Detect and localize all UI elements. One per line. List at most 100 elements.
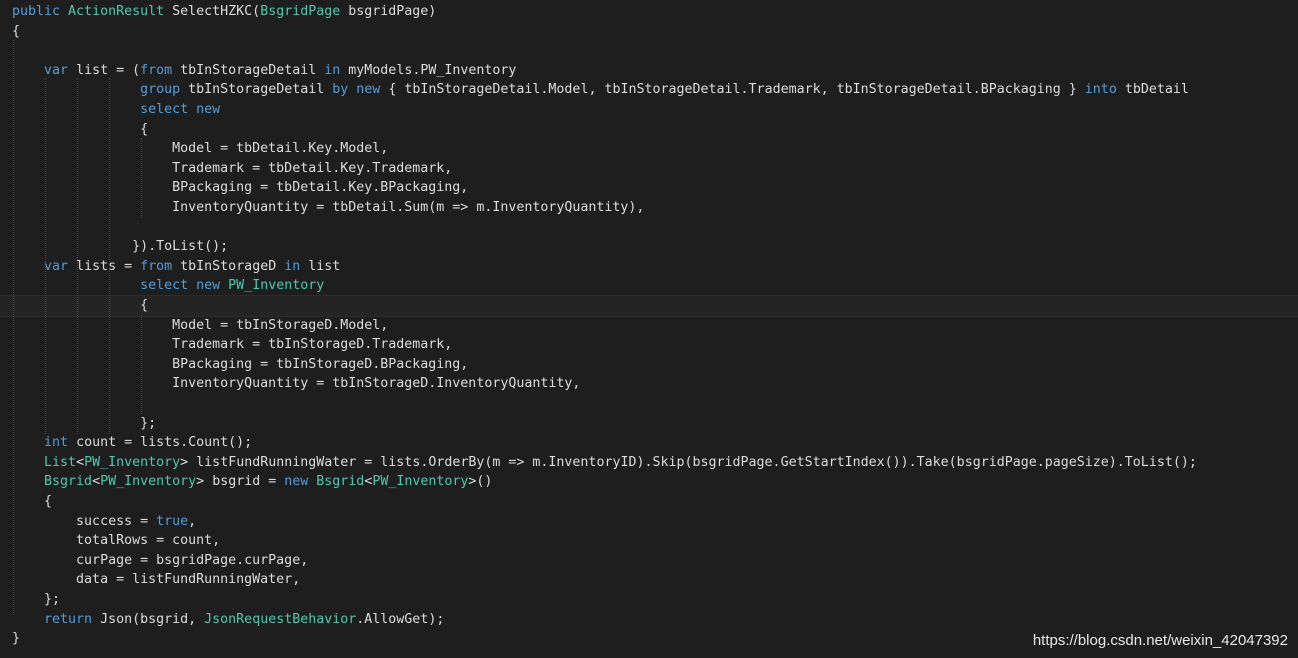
- code-token: JsonRequestBehavior: [204, 611, 357, 627]
- code-line[interactable]: };: [0, 590, 1298, 610]
- code-token: { tbInStorageDetail.Model, tbInStorageDe…: [388, 82, 1085, 98]
- code-line[interactable]: var lists = from tbInStorageD in list: [0, 257, 1298, 277]
- indent-guide: [45, 78, 46, 434]
- code-token: BPackaging = tbDetail.Key.BPackaging,: [172, 180, 469, 196]
- code-token: int: [44, 435, 77, 451]
- code-token: data = listFundRunningWater,: [76, 572, 301, 588]
- code-line[interactable]: BPackaging = tbDetail.Key.BPackaging,: [0, 178, 1298, 198]
- indent-guide: [141, 138, 142, 218]
- code-token: PW_Inventory: [228, 278, 325, 294]
- code-token: List: [44, 454, 77, 470]
- code-token: tbInStorageDetail: [180, 62, 325, 78]
- code-token: count = lists.Count();: [76, 435, 253, 451]
- code-line[interactable]: List<PW_Inventory> listFundRunningWater …: [0, 453, 1298, 473]
- code-token: select: [140, 278, 197, 294]
- indent-guide: [109, 78, 110, 434]
- code-line[interactable]: [0, 394, 1298, 414]
- code-line[interactable]: [0, 218, 1298, 238]
- code-line[interactable]: {: [0, 295, 1298, 317]
- code-line[interactable]: {: [0, 120, 1298, 140]
- code-token: >: [180, 454, 197, 470]
- code-token: into: [1084, 82, 1125, 98]
- code-token: <: [76, 454, 85, 470]
- code-token: group: [140, 82, 189, 98]
- code-token: myModels.PW_Inventory: [348, 62, 517, 78]
- code-line[interactable]: public ActionResult SelectHZKC(BsgridPag…: [0, 2, 1298, 22]
- code-token: Json(bsgrid,: [100, 611, 205, 627]
- code-line[interactable]: return Json(bsgrid, JsonRequestBehavior.…: [0, 610, 1298, 630]
- code-token: in: [324, 62, 349, 78]
- code-line[interactable]: var list = (from tbInStorageDetail in my…: [0, 61, 1298, 81]
- code-token: by: [332, 82, 357, 98]
- code-token: {: [12, 121, 149, 137]
- code-token: };: [12, 592, 61, 607]
- code-line[interactable]: data = listFundRunningWater,: [0, 570, 1298, 590]
- code-line[interactable]: Bsgrid<PW_Inventory> bsgrid = new Bsgrid…: [0, 472, 1298, 492]
- indent-guide: [141, 315, 142, 414]
- code-token: ActionResult: [68, 4, 173, 19]
- code-token: >: [196, 474, 213, 490]
- code-line[interactable]: int count = lists.Count();: [0, 433, 1298, 453]
- code-token: ,: [188, 513, 197, 529]
- code-line[interactable]: BPackaging = tbInStorageD.BPackaging,: [0, 355, 1298, 375]
- code-line[interactable]: select new: [0, 100, 1298, 120]
- code-line[interactable]: Model = tbInStorageD.Model,: [0, 316, 1298, 336]
- indent-guide: [13, 40, 14, 615]
- code-token: {: [12, 23, 21, 39]
- code-token: Trademark = tbDetail.Key.Trademark,: [172, 160, 453, 176]
- code-token: new: [196, 102, 221, 117]
- code-token: PW_Inventory: [372, 474, 469, 490]
- code-line[interactable]: curPage = bsgridPage.curPage,: [0, 551, 1298, 571]
- watermark-url: https://blog.csdn.net/weixin_42047392: [1032, 632, 1288, 649]
- code-token: in: [284, 258, 309, 274]
- code-line[interactable]: InventoryQuantity = tbInStorageD.Invento…: [0, 374, 1298, 394]
- code-line[interactable]: };: [0, 414, 1298, 434]
- code-token: curPage = bsgridPage.curPage,: [76, 552, 309, 568]
- code-token: new: [196, 278, 229, 294]
- code-line[interactable]: Trademark = tbDetail.Key.Trademark,: [0, 159, 1298, 179]
- code-token: Model = tbInStorageD.Model,: [172, 317, 389, 333]
- code-line[interactable]: {: [0, 492, 1298, 512]
- code-line[interactable]: success = true,: [0, 512, 1298, 532]
- code-token: Bsgrid: [44, 474, 93, 490]
- code-token: totalRows = count,: [76, 533, 221, 549]
- code-line[interactable]: {: [0, 22, 1298, 42]
- indent-guide: [77, 78, 78, 434]
- code-line[interactable]: [0, 41, 1298, 61]
- code-line[interactable]: group tbInStorageDetail by new { tbInSto…: [0, 80, 1298, 100]
- code-line[interactable]: Model = tbDetail.Key.Model,: [0, 139, 1298, 159]
- code-token: tbInStorageDetail: [188, 82, 333, 98]
- code-line[interactable]: Trademark = tbInStorageD.Trademark,: [0, 335, 1298, 355]
- code-token: new: [356, 82, 389, 98]
- code-token: select: [140, 102, 197, 117]
- code-line[interactable]: }).ToList();: [0, 237, 1298, 257]
- code-token: BsgridPage: [260, 4, 349, 19]
- code-token: true: [156, 513, 189, 529]
- code-token: Bsgrid: [316, 474, 365, 490]
- code-token: .AllowGet);: [356, 611, 445, 627]
- code-token: public: [12, 4, 69, 19]
- code-token: }).ToList();: [132, 239, 229, 255]
- code-token: PW_Inventory: [100, 474, 197, 490]
- code-line[interactable]: totalRows = count,: [0, 531, 1298, 551]
- code-token: list: [308, 258, 341, 274]
- code-token: PW_Inventory: [84, 454, 181, 470]
- code-token: return: [44, 611, 101, 627]
- code-line[interactable]: InventoryQuantity = tbDetail.Sum(m => m.…: [0, 198, 1298, 218]
- code-token: Trademark = tbInStorageD.Trademark,: [172, 337, 453, 353]
- code-editor[interactable]: public ActionResult SelectHZKC(BsgridPag…: [0, 0, 1298, 658]
- code-token: Model = tbDetail.Key.Model,: [172, 141, 389, 157]
- code-token: InventoryQuantity = tbDetail.Sum(m => m.…: [172, 200, 645, 215]
- code-line[interactable]: select new PW_Inventory: [0, 276, 1298, 296]
- code-token: from: [140, 258, 181, 274]
